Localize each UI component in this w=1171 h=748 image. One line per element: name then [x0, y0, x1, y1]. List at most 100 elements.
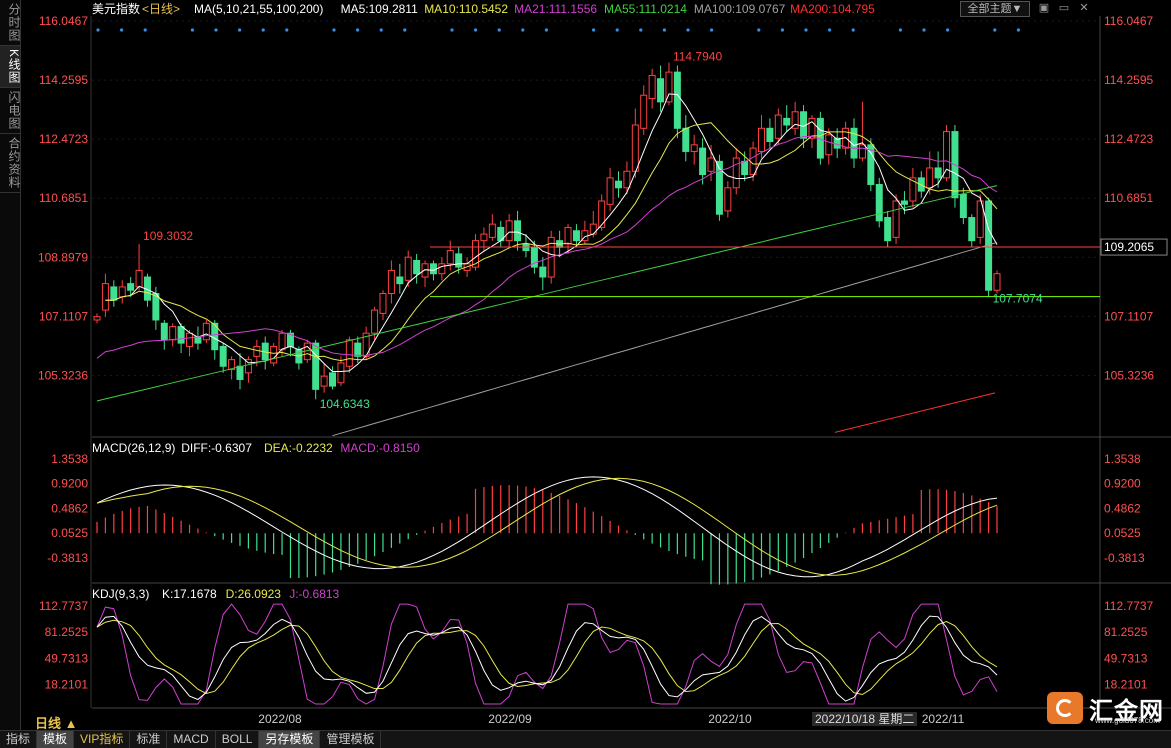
event-marker [261, 28, 265, 32]
sidebar-tab-contract-info[interactable]: 合约资料 [0, 134, 21, 194]
ma-legend-item: MA10:110.5452 [424, 2, 508, 16]
candle-up [598, 200, 606, 228]
event-marker [214, 28, 218, 32]
ma-legend-item: MA55:111.0214 [604, 2, 687, 16]
candle-up [270, 345, 278, 364]
candle-down [959, 193, 967, 219]
macd-legend-item: DEA:-0.2232 [264, 441, 333, 455]
minimize-icon[interactable]: ▭ [1056, 1, 1072, 15]
event-marker [332, 28, 336, 32]
macd-legend-item: MACD(26,12,9) [92, 441, 175, 455]
candle-up [387, 269, 395, 295]
event-marker [120, 28, 124, 32]
macd-axis-label-right: -0.3813 [1104, 551, 1145, 565]
kdj-legend-item: K:17.1678 [162, 587, 217, 601]
chart-title: 美元指数 [92, 1, 140, 16]
candle-up [707, 157, 715, 172]
price-axis-label-right: 107.1107 [1104, 309, 1153, 323]
bottom-toolbar: 指标 模板 VIP指标 标准 MACD BOLL 另存模板 管理模板 [0, 730, 1171, 748]
date-axis-label: 2022/09 [488, 712, 532, 726]
window-icon[interactable]: ▣ [1036, 1, 1052, 15]
candle-up [993, 273, 1001, 291]
macd-axis-label-right: 0.9200 [1104, 477, 1141, 491]
kdj-d-line [96, 619, 998, 696]
tab-template[interactable]: 模板 [37, 731, 75, 748]
period-tag: <日线> [142, 2, 180, 16]
event-marker [143, 28, 147, 32]
sidebar-tab-flash[interactable]: 闪电图 [0, 88, 21, 135]
ma55-line [96, 185, 998, 402]
candle-up [186, 332, 194, 347]
candle-up [135, 269, 143, 288]
candle-up [345, 339, 353, 367]
candle-down [236, 365, 244, 380]
kdj-legend-item: J:-0.6813 [289, 587, 339, 601]
price-axis-label: 108.8979 [38, 250, 88, 264]
kdj-axis-label: 18.2101 [45, 678, 89, 692]
sidebar-tab-timeline[interactable]: 分时图 [0, 0, 21, 46]
candle-down [572, 230, 580, 242]
tab-manage-template[interactable]: 管理模板 [320, 731, 382, 748]
tab-save-template[interactable]: 另存模板 [259, 731, 321, 748]
macd-legend-item: DIFF:-0.6307 [181, 441, 252, 455]
candle-down [539, 266, 547, 278]
candle-up [943, 131, 951, 179]
candle-down [884, 217, 892, 242]
kdj-k-line [96, 615, 998, 702]
candle-up [564, 226, 572, 245]
price-axis-label-right: 116.0467 [1104, 14, 1153, 28]
candle-up [892, 200, 900, 238]
tab-indicators[interactable]: 指标 [0, 731, 38, 748]
event-marker [993, 28, 997, 32]
candle-down [682, 127, 690, 152]
candle-down [900, 200, 908, 205]
candle-up [858, 144, 866, 159]
candle-down [127, 283, 135, 291]
candle-up [253, 345, 261, 357]
tab-macd[interactable]: MACD [167, 731, 216, 748]
candle-up [606, 177, 614, 205]
candle-down [219, 345, 227, 367]
chart-canvas[interactable]: 美元指数 <日线> MA(5,10,21,55,100,200) MA5:109.28… [0, 0, 1171, 730]
kdj-axis-label-right: 112.7737 [1104, 599, 1153, 613]
candle-up [101, 283, 109, 311]
candle-up [825, 134, 833, 156]
event-marker [1016, 28, 1021, 32]
kdj-axis-label: 81.2525 [45, 625, 89, 639]
candle-up [202, 322, 210, 341]
close-icon[interactable]: ✕ [1076, 1, 1092, 15]
event-marker [946, 28, 950, 32]
price-axis-label: 114.2595 [39, 73, 88, 87]
gold678-logo: 汇金网 www.gold678.com [1047, 690, 1167, 726]
ma-legend-item: MA5:109.2811 [341, 2, 418, 16]
event-marker [828, 28, 832, 32]
low-annotation: 104.6343 [320, 397, 370, 411]
candle-up [404, 256, 412, 281]
candle-down [783, 117, 791, 126]
candle-down [354, 342, 362, 357]
candle-up [665, 71, 673, 103]
candle-up [472, 240, 480, 268]
candle-up [169, 326, 177, 341]
logo-url: www.gold678.com [1095, 716, 1160, 725]
candle-up [640, 94, 648, 129]
candle-down [875, 183, 883, 222]
theme-dropdown[interactable]: 全部主题▼ [960, 1, 1030, 17]
macd-axis-label: -0.3813 [47, 551, 88, 565]
tab-boll[interactable]: BOLL [216, 731, 260, 748]
tab-vip-indicators[interactable]: VIP指标 [74, 731, 131, 748]
event-marker [757, 28, 761, 32]
candle-up [926, 167, 934, 189]
candle-down [514, 220, 522, 242]
price-axis-label: 107.1107 [39, 309, 88, 323]
price-axis-label: 110.6851 [39, 191, 88, 205]
kdj-legend-item: D:26.0923 [226, 587, 282, 601]
tab-standard[interactable]: 标准 [130, 731, 168, 748]
sidebar-tab-kline[interactable]: K线图 [0, 46, 21, 89]
date-axis-label: 2022/08 [258, 712, 302, 726]
event-marker [521, 28, 525, 32]
candle-down [177, 326, 185, 344]
cursor-date-label: 2022/10/18 星期二 [812, 712, 918, 726]
event-marker [379, 28, 383, 32]
candle-up [371, 309, 379, 334]
